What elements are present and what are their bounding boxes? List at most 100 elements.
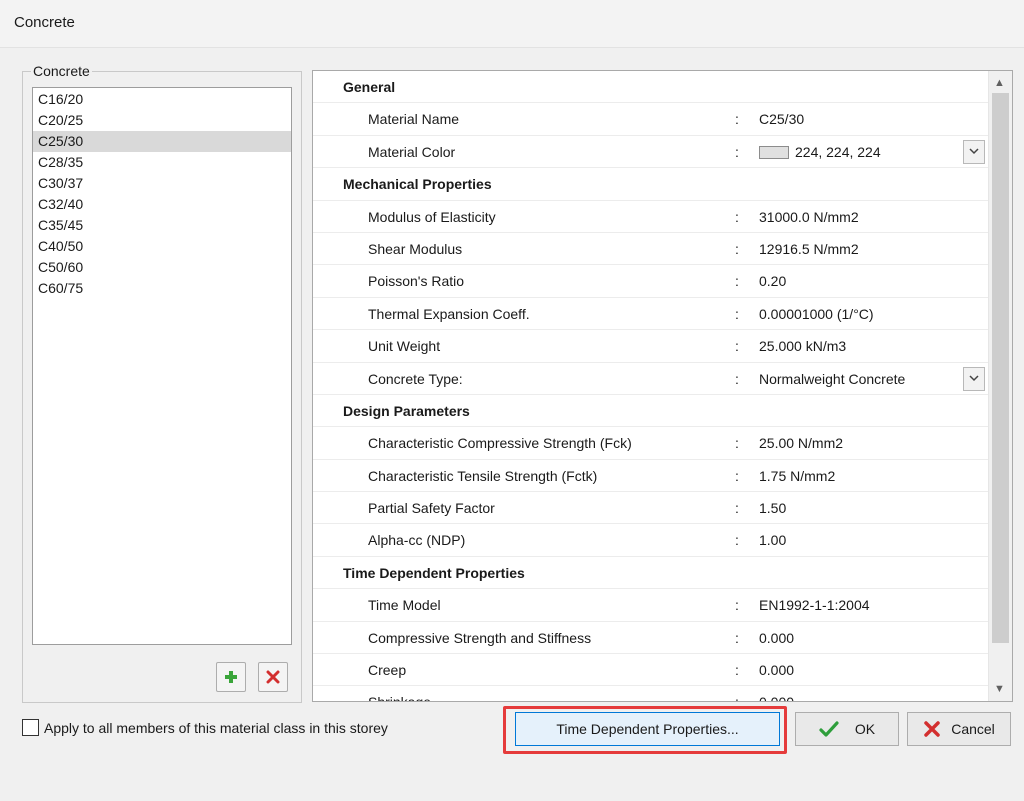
property-row[interactable]: Concrete Type:: Normalweight Concrete [313,363,988,395]
concrete-list-item[interactable]: C30/37 [33,173,291,194]
chevron-down-icon [969,375,979,382]
property-label: Compressive Strength and Stiffness [368,629,592,646]
property-separator: : [735,111,739,128]
property-separator: : [735,435,739,452]
property-row[interactable]: Shrinkage: 0.000 [313,686,988,701]
time-dependent-properties-button[interactable]: Time Dependent Properties... [515,712,780,746]
property-separator: : [735,532,739,549]
concrete-list-item[interactable]: C20/25 [33,110,291,131]
concrete-group-legend: Concrete [31,63,92,79]
property-value[interactable]: 224, 224, 224 [759,144,881,160]
property-separator: : [735,208,739,225]
property-value-text: 0.000 [759,629,795,646]
category-row: General [313,71,988,104]
property-value[interactable]: 1.00 [759,532,786,548]
concrete-list-item[interactable]: C50/60 [33,257,291,278]
property-row[interactable]: Creep: 0.000 [313,654,988,687]
category-title: Time Dependent Properties [343,564,525,581]
property-row[interactable]: Poisson's Ratio: 0.20 [313,265,988,298]
property-separator: : [735,662,739,679]
property-row[interactable]: Time Model: EN1992-1-1:2004 [313,589,988,622]
concrete-list-item[interactable]: C60/75 [33,278,291,299]
property-label: Alpha-cc (NDP) [368,532,466,549]
property-grid: General Material Name: C25/30 Material Colo… [312,70,1013,702]
property-value-text: 31000.0 N/mm2 [759,208,859,225]
property-separator: : [735,694,739,701]
property-label: Modulus of Elasticity [368,208,496,225]
property-separator: : [735,370,739,387]
property-label: Concrete Type: [368,370,463,387]
concrete-list-item[interactable]: C40/50 [33,236,291,257]
property-label: Characteristic Tensile Strength (Fctk) [368,467,598,484]
concrete-list-item[interactable]: C28/35 [33,152,291,173]
property-value-text: 0.000 [759,662,795,679]
property-separator: : [735,305,739,322]
property-value-text: 25.00 N/mm2 [759,435,844,452]
concrete-list-item[interactable]: C35/45 [33,215,291,236]
property-value[interactable]: 1.50 [759,500,786,516]
property-row[interactable]: Shear Modulus: 12916.5 N/mm2 [313,233,988,266]
cancel-button[interactable]: Cancel [907,712,1011,746]
property-value[interactable]: 1.75 N/mm2 [759,468,835,484]
property-value-text: 1.75 N/mm2 [759,467,836,484]
plus-icon [225,671,237,683]
property-label: Partial Safety Factor [368,500,495,517]
property-label: Shear Modulus [368,240,463,257]
property-row[interactable]: Modulus of Elasticity: 31000.0 N/mm2 [313,201,988,233]
concrete-list-item[interactable]: C32/40 [33,194,291,215]
property-value[interactable]: 0.20 [759,273,786,289]
concrete-list-item[interactable]: C16/20 [33,89,291,110]
property-rows: General Material Name: C25/30 Material Colo… [313,71,988,701]
concrete-list-item[interactable]: C25/30 [33,131,291,152]
property-value-text: 25.000 kN/m3 [759,338,847,355]
apply-all-checkbox[interactable] [22,719,39,736]
delete-material-button[interactable] [258,662,288,692]
property-value[interactable]: 0.000 [759,630,794,646]
property-value[interactable]: 25.000 kN/m3 [759,338,846,354]
scroll-up-icon[interactable]: ▲ [994,77,1005,89]
dropdown-button[interactable] [963,139,985,164]
property-row[interactable]: Compressive Strength and Stiffness: 0.000 [313,622,988,655]
property-value[interactable]: C25/30 [759,111,804,127]
dropdown-button[interactable] [963,366,985,391]
property-value[interactable]: Normalweight Concrete [759,371,905,387]
scrollbar-thumb[interactable] [992,93,1009,643]
property-row[interactable]: Unit Weight: 25.000 kN/m3 [313,330,988,363]
property-label: Creep [368,662,407,679]
property-value-text: 1.00 [759,532,787,549]
property-row[interactable]: Partial Safety Factor: 1.50 [313,492,988,525]
scroll-down-icon[interactable]: ▼ [994,683,1005,695]
chevron-down-icon [969,148,979,155]
property-value[interactable]: 25.00 N/mm2 [759,435,843,451]
category-title: Mechanical Properties [343,176,492,193]
property-label: Characteristic Compressive Strength (Fck… [368,435,632,452]
cancel-label: Cancel [951,721,995,737]
property-value[interactable]: EN1992-1-1:2004 [759,597,870,613]
property-row[interactable]: Thermal Expansion Coeff.: 0.00001000 (1/°… [313,298,988,331]
window-title: Concrete [14,14,75,31]
property-separator: : [735,597,739,614]
category-row: Design Parameters [313,394,988,428]
property-value[interactable]: 0.000 [759,694,794,701]
property-row[interactable]: Characteristic Compressive Strength (Fck… [313,427,988,460]
property-grid-scrollbar[interactable]: ▲ ▼ [988,71,1012,701]
property-label: Time Model [368,597,441,614]
property-row[interactable]: Material Name: C25/30 [313,103,988,136]
property-row[interactable]: Material Color: 224, 224, 224 [313,136,988,169]
property-value[interactable]: 0.000 [759,662,794,678]
property-value[interactable]: 12916.5 N/mm2 [759,241,859,257]
property-row[interactable]: Alpha-cc (NDP): 1.00 [313,524,988,557]
title-bar: Concrete [0,0,1024,48]
property-value-text: 12916.5 N/mm2 [759,240,859,257]
property-row[interactable]: Characteristic Tensile Strength (Fctk): 1… [313,460,988,493]
add-material-button[interactable] [216,662,246,692]
ok-button[interactable]: OK [795,712,899,746]
concrete-groupbox: Concrete C16/20 C20/25 C25/30 C28/35 C30/37 C… [22,63,302,703]
property-value[interactable]: 0.00001000 (1/°C) [759,306,874,322]
property-value[interactable]: 31000.0 N/mm2 [759,209,859,225]
apply-all-label: Apply to all members of this material cl… [44,720,388,736]
property-value-text: 0.00001000 (1/°C) [759,305,874,322]
concrete-listbox[interactable]: C16/20 C20/25 C25/30 C28/35 C30/37 C32/40 C35/… [32,87,292,645]
property-label: Shrinkage [368,694,431,701]
property-separator: : [735,273,739,290]
